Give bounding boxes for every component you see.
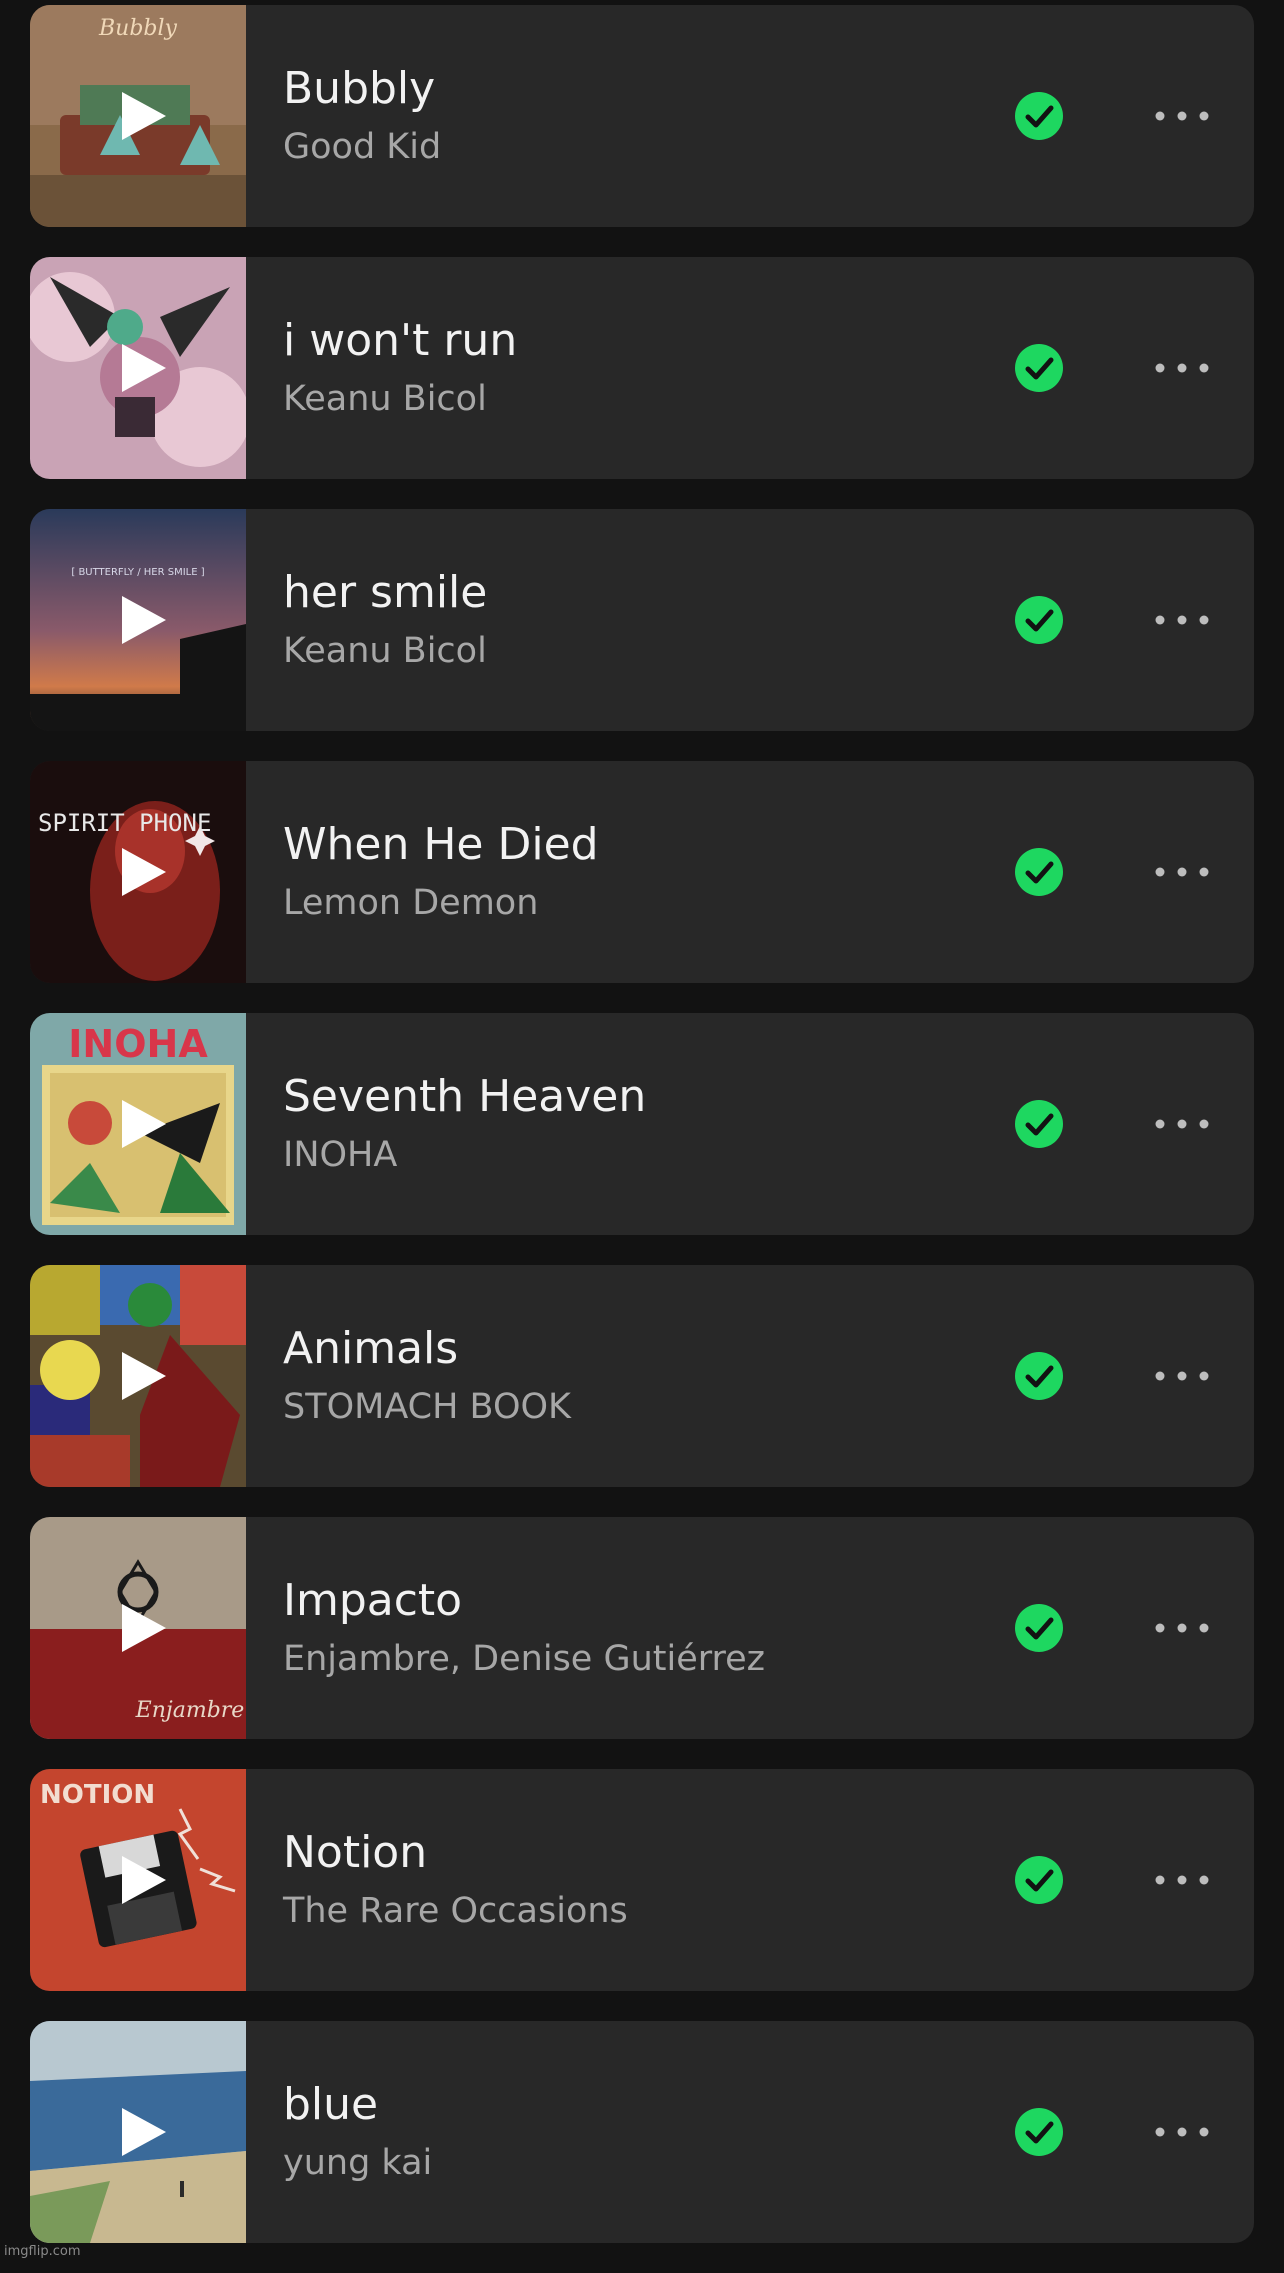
more-options-icon[interactable]	[1152, 1865, 1212, 1895]
cover-label: [ BUTTERFLY / HER SMILE ]	[71, 567, 204, 578]
cover-label: Bubbly	[98, 16, 178, 41]
album-cover[interactable]: INOHA	[30, 1013, 246, 1235]
album-cover[interactable]	[30, 1265, 246, 1487]
saved-check-icon[interactable]	[1014, 847, 1064, 897]
more-options-icon[interactable]	[1152, 605, 1212, 635]
saved-check-icon[interactable]	[1014, 1603, 1064, 1653]
track-row[interactable]: INOHA Seventh Heaven INOHA	[30, 1013, 1254, 1235]
track-artist[interactable]: Lemon Demon	[283, 883, 538, 923]
play-icon[interactable]	[114, 88, 170, 144]
saved-check-icon[interactable]	[1014, 343, 1064, 393]
track-list: Bubbly Bubbly Good Kid i won't run Keanu…	[30, 5, 1254, 2273]
saved-check-icon[interactable]	[1014, 2107, 1064, 2157]
track-artist[interactable]: STOMACH BOOK	[283, 1387, 571, 1427]
play-icon[interactable]	[114, 340, 170, 396]
more-options-icon[interactable]	[1152, 857, 1212, 887]
track-artist[interactable]: Keanu Bicol	[283, 379, 487, 419]
track-title[interactable]: Notion	[283, 1827, 427, 1878]
play-icon[interactable]	[114, 1348, 170, 1404]
track-title[interactable]: blue	[283, 2079, 378, 2130]
cover-label: NOTION	[40, 1780, 155, 1810]
play-icon[interactable]	[114, 1852, 170, 1908]
saved-check-icon[interactable]	[1014, 1351, 1064, 1401]
cover-label: Enjambre	[135, 1698, 245, 1723]
more-options-icon[interactable]	[1152, 101, 1212, 131]
track-row[interactable]: NOTION Notion The Rare Occasions	[30, 1769, 1254, 1991]
saved-check-icon[interactable]	[1014, 91, 1064, 141]
track-title[interactable]: Bubbly	[283, 63, 435, 114]
track-title[interactable]: i won't run	[283, 315, 517, 366]
track-title[interactable]: When He Died	[283, 819, 599, 870]
album-cover[interactable]: NOTION	[30, 1769, 246, 1991]
play-icon[interactable]	[114, 592, 170, 648]
track-artist[interactable]: Enjambre, Denise Gutiérrez	[283, 1639, 765, 1679]
more-options-icon[interactable]	[1152, 353, 1212, 383]
more-options-icon[interactable]	[1152, 1613, 1212, 1643]
track-artist[interactable]: INOHA	[283, 1135, 397, 1175]
saved-check-icon[interactable]	[1014, 595, 1064, 645]
track-title[interactable]: Animals	[283, 1323, 458, 1374]
track-artist[interactable]: The Rare Occasions	[283, 1891, 628, 1931]
cover-label: SPIRIT PHONE	[38, 809, 211, 837]
track-row[interactable]: Animals STOMACH BOOK	[30, 1265, 1254, 1487]
saved-check-icon[interactable]	[1014, 1099, 1064, 1149]
play-icon[interactable]	[114, 1600, 170, 1656]
track-row[interactable]: blue yung kai	[30, 2021, 1254, 2243]
track-artist[interactable]: Keanu Bicol	[283, 631, 487, 671]
more-options-icon[interactable]	[1152, 2117, 1212, 2147]
track-title[interactable]: Impacto	[283, 1575, 462, 1626]
track-row[interactable]: i won't run Keanu Bicol	[30, 257, 1254, 479]
album-cover[interactable]	[30, 2021, 246, 2243]
track-row[interactable]: Bubbly Bubbly Good Kid	[30, 5, 1254, 227]
album-cover[interactable]: Enjambre	[30, 1517, 246, 1739]
more-options-icon[interactable]	[1152, 1109, 1212, 1139]
track-row[interactable]: [ BUTTERFLY / HER SMILE ] her smile Kean…	[30, 509, 1254, 731]
track-row[interactable]: Enjambre Impacto Enjambre, Denise Gutiér…	[30, 1517, 1254, 1739]
album-cover[interactable]: [ BUTTERFLY / HER SMILE ]	[30, 509, 246, 731]
album-cover[interactable]: Bubbly	[30, 5, 246, 227]
track-title[interactable]: Seventh Heaven	[283, 1071, 646, 1122]
track-artist[interactable]: Good Kid	[283, 127, 441, 167]
track-title[interactable]: her smile	[283, 567, 487, 618]
cover-label: INOHA	[68, 1022, 208, 1066]
play-icon[interactable]	[114, 2104, 170, 2160]
saved-check-icon[interactable]	[1014, 1855, 1064, 1905]
watermark: imgflip.com	[4, 2244, 81, 2259]
play-icon[interactable]	[114, 1096, 170, 1152]
track-row[interactable]: SPIRIT PHONE When He Died Lemon Demon	[30, 761, 1254, 983]
play-icon[interactable]	[114, 844, 170, 900]
track-artist[interactable]: yung kai	[283, 2143, 432, 2183]
album-cover[interactable]	[30, 257, 246, 479]
more-options-icon[interactable]	[1152, 1361, 1212, 1391]
album-cover[interactable]: SPIRIT PHONE	[30, 761, 246, 983]
